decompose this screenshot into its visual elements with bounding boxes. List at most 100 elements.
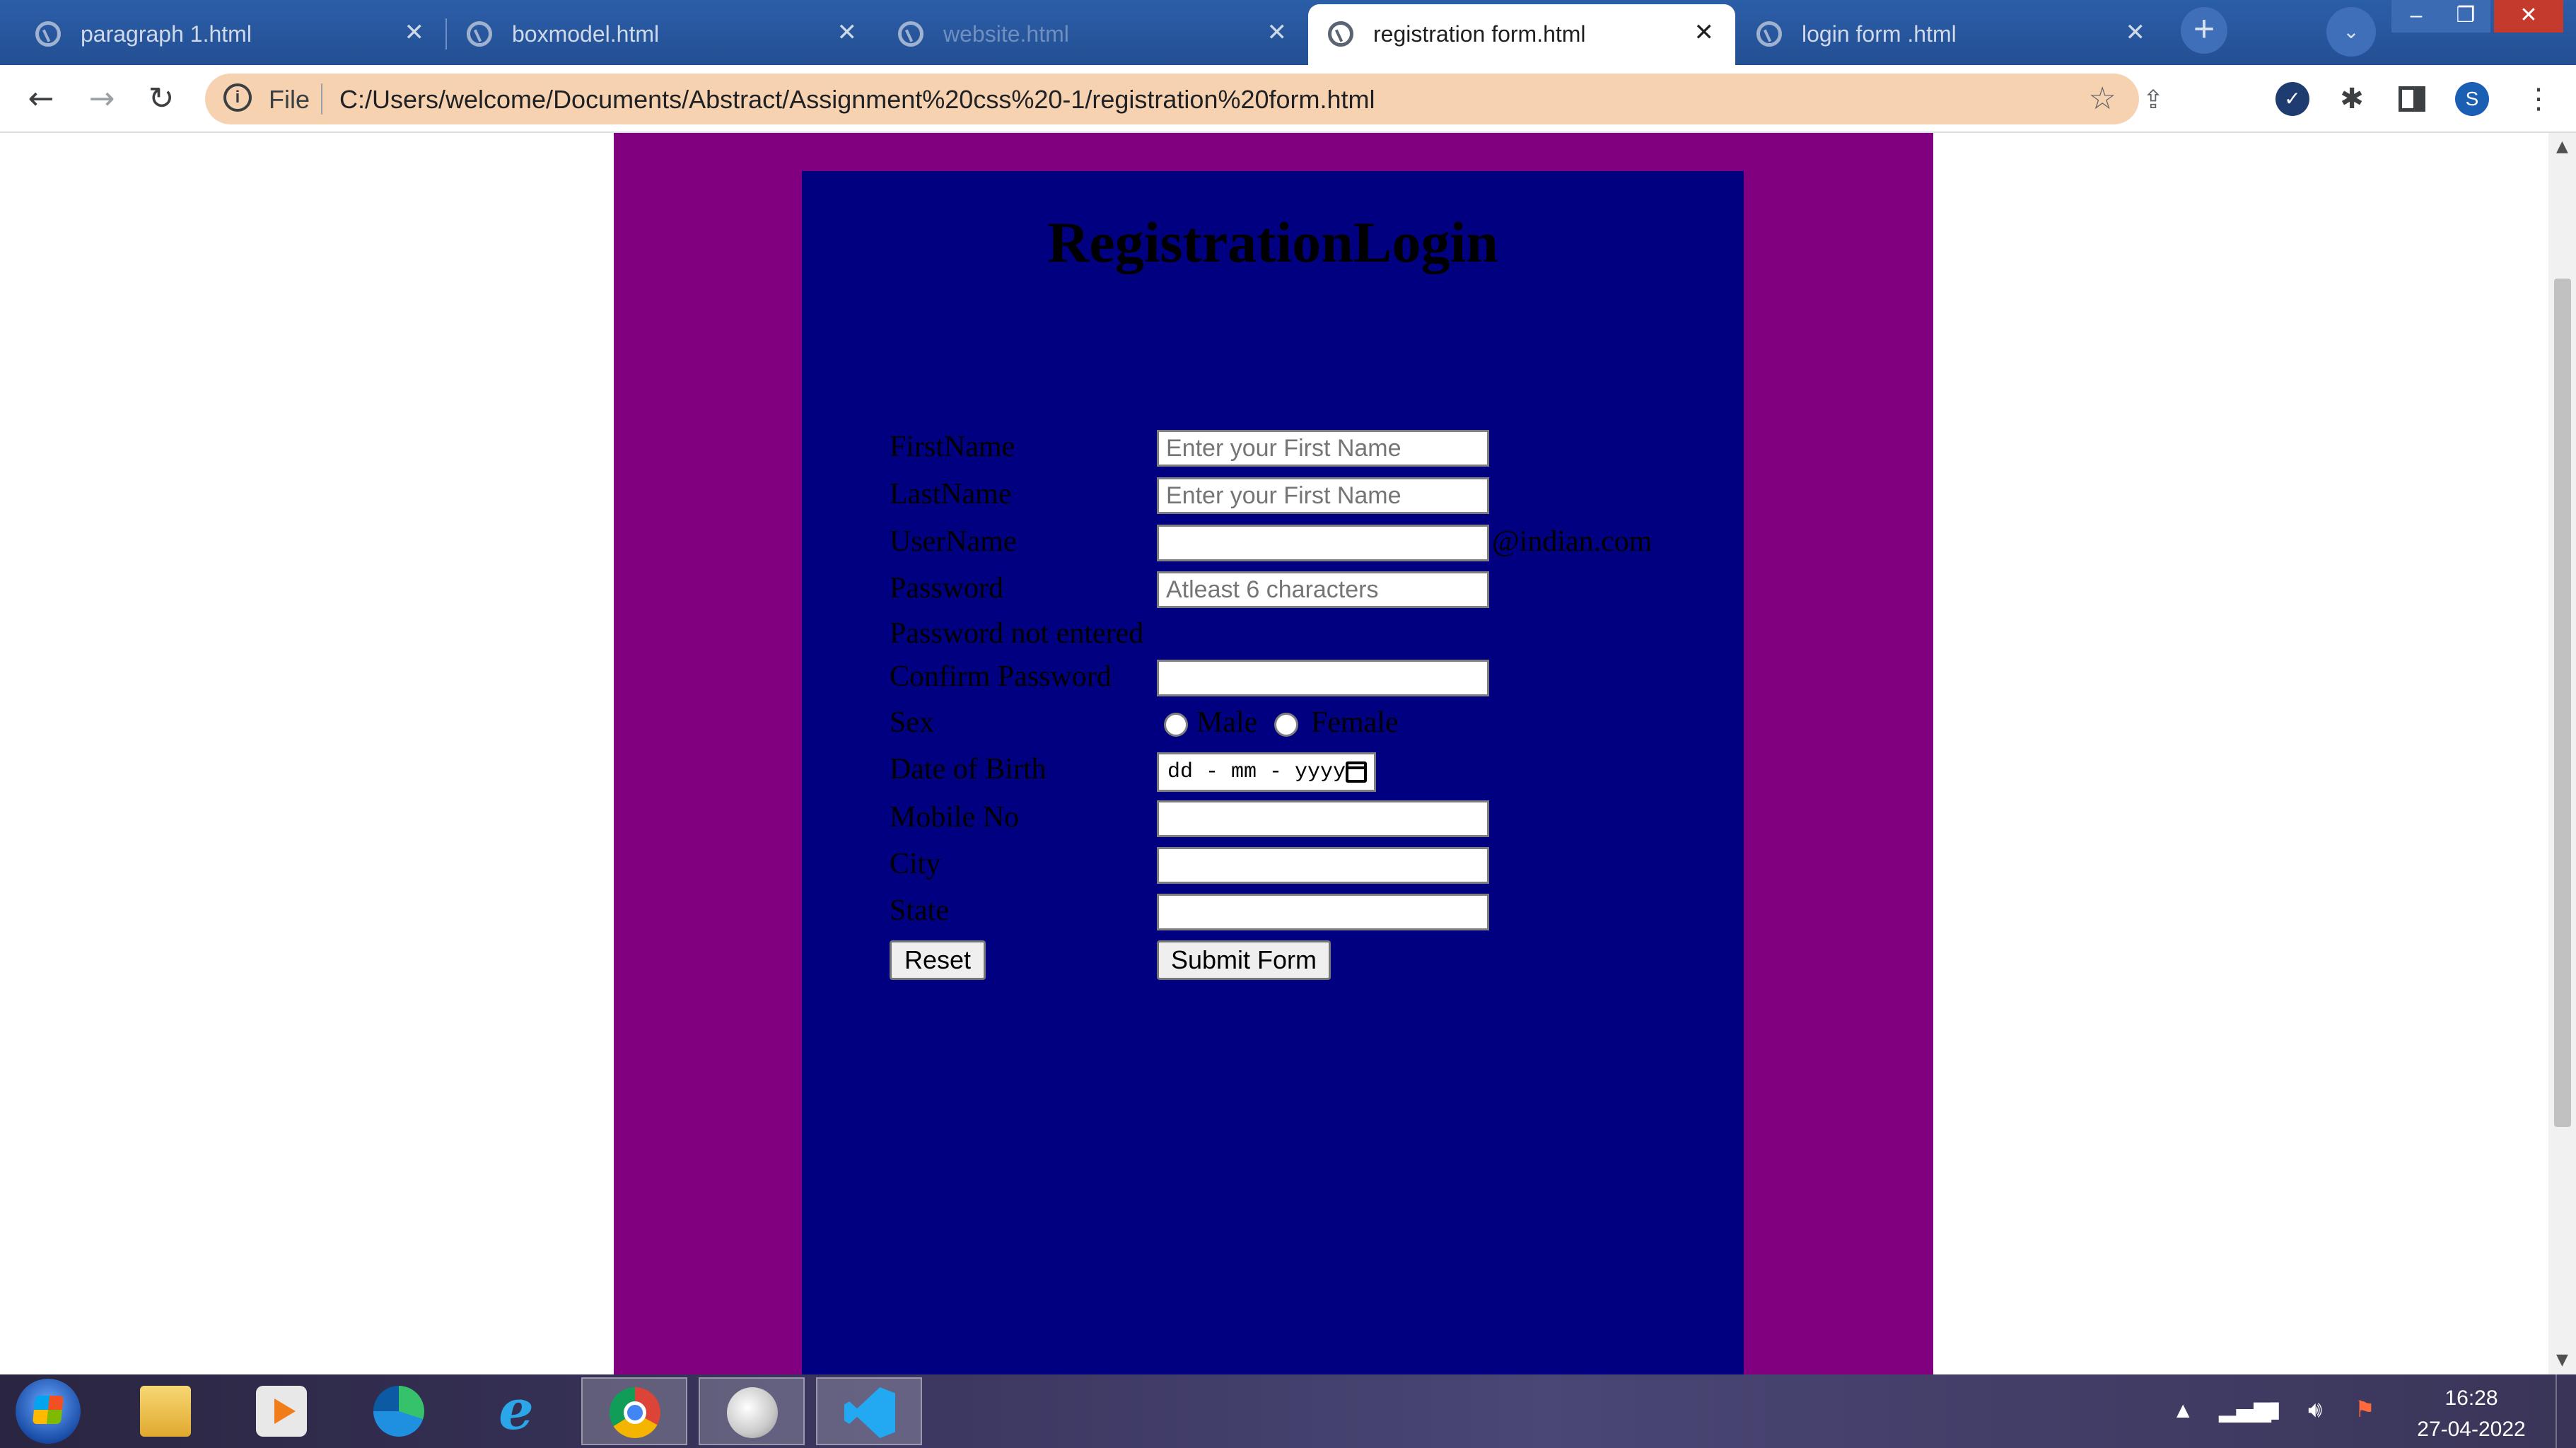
extensions-puzzle-icon[interactable]: ✱: [2335, 82, 2369, 116]
volume-icon[interactable]: 🔊︎: [2308, 1396, 2322, 1423]
info-icon[interactable]: i: [223, 83, 252, 112]
reset-button[interactable]: Reset: [890, 940, 986, 980]
tab-login-form[interactable]: login form .html ✕: [1737, 4, 2167, 65]
edge-icon: [373, 1386, 424, 1437]
tab-boxmodel[interactable]: boxmodel.html ✕: [447, 4, 878, 65]
close-tab-icon[interactable]: ✕: [1267, 18, 1288, 47]
reload-icon[interactable]: ↻: [140, 78, 182, 120]
profile-avatar[interactable]: S: [2455, 82, 2489, 116]
show-hidden-icons-icon[interactable]: ▲: [2176, 1400, 2189, 1420]
dob-label: Date of Birth: [890, 753, 1047, 786]
globe-icon: [898, 21, 923, 47]
radio-female[interactable]: [1274, 713, 1298, 737]
first-name-label: FirstName: [890, 431, 1015, 463]
chrome-icon: [610, 1387, 660, 1438]
scheme-label: File: [269, 85, 310, 114]
network-signal-icon[interactable]: ▂▄▆: [2219, 1396, 2271, 1423]
omnibox-divider: [321, 83, 322, 115]
close-window-button[interactable]: ✕: [2494, 0, 2563, 33]
tab-strip: paragraph 1.html ✕ boxmodel.html ✕ websi…: [0, 0, 2576, 65]
first-name-field[interactable]: [1157, 430, 1489, 467]
tab-title: website.html: [943, 21, 1069, 47]
user-name-field[interactable]: [1157, 525, 1489, 561]
taskbar-paint[interactable]: [699, 1377, 805, 1445]
scrollbar-thumb[interactable]: [2554, 279, 2571, 1127]
new-tab-button[interactable]: +: [2181, 7, 2227, 54]
city-label: City: [890, 848, 941, 880]
dob-date-field[interactable]: dd - mm - yyyy: [1157, 752, 1376, 792]
globe-icon: [1756, 21, 1782, 47]
close-tab-icon[interactable]: ✕: [1694, 18, 1715, 47]
clock-time: 16:28: [2444, 1386, 2498, 1410]
user-name-label: UserName: [890, 525, 1017, 558]
password-field[interactable]: [1157, 571, 1489, 608]
folder-icon: [140, 1386, 191, 1437]
close-tab-icon[interactable]: ✕: [837, 18, 858, 47]
bookmark-star-icon[interactable]: ☆: [2089, 81, 2116, 117]
minimize-button[interactable]: ‒: [2391, 0, 2441, 33]
calendar-icon[interactable]: [1346, 761, 1367, 783]
tab-registration-form[interactable]: registration form.html ✕: [1308, 4, 1735, 65]
side-panel-icon[interactable]: [2399, 86, 2425, 112]
taskbar-chrome[interactable]: [581, 1377, 687, 1445]
scroll-down-icon[interactable]: ▼: [2548, 1346, 2576, 1374]
taskbar-vscode[interactable]: [816, 1377, 922, 1445]
address-bar[interactable]: i File C:/Users/welcome/Documents/Abstra…: [205, 74, 2164, 124]
taskbar-clock[interactable]: 16:28 27-04-2022: [2404, 1383, 2539, 1445]
email-domain-suffix: @indian.com: [1492, 525, 1653, 558]
vertical-scrollbar[interactable]: ▲ ▼: [2548, 133, 2576, 1374]
globe-icon: [1328, 21, 1353, 47]
tab-title: boxmodel.html: [512, 21, 660, 47]
last-name-label: LastName: [890, 478, 1012, 510]
globe-icon: [467, 21, 492, 47]
internet-explorer-icon: e: [499, 1378, 534, 1442]
last-name-field[interactable]: [1157, 477, 1489, 514]
taskbar-edge[interactable]: [346, 1377, 453, 1445]
tab-title: registration form.html: [1373, 21, 1586, 47]
close-tab-icon[interactable]: ✕: [404, 18, 425, 47]
confirm-password-label: Confirm Password: [890, 660, 1112, 693]
state-label: State: [890, 894, 949, 927]
city-field[interactable]: [1157, 847, 1489, 884]
submit-form-button[interactable]: Submit Form: [1157, 940, 1331, 980]
radio-male-label: Male: [1196, 706, 1258, 739]
start-button[interactable]: [16, 1379, 81, 1444]
sex-label: Sex: [890, 706, 934, 739]
back-icon[interactable]: ←: [20, 78, 62, 120]
mobile-label: Mobile No: [890, 801, 1020, 834]
restore-button[interactable]: ❐: [2441, 0, 2490, 33]
tab-title: login form .html: [1802, 21, 1957, 47]
page-viewport: RegistrationLogin FirstName LastName Use…: [0, 133, 2548, 1374]
share-icon[interactable]: ⇪: [2143, 85, 2164, 115]
windows-taskbar: e ▲ ▂▄▆ ▮ 🔊︎ ⚑ 16:28 27-04-2022: [0, 1374, 2576, 1448]
extension-check-icon[interactable]: ✓: [2275, 82, 2309, 116]
taskbar-file-explorer[interactable]: [113, 1377, 219, 1445]
url-text[interactable]: C:/Users/welcome/Documents/Abstract/Assi…: [339, 85, 1375, 115]
page-title: RegistrationLogin: [1047, 210, 1498, 274]
tab-website[interactable]: website.html ✕: [880, 4, 1308, 65]
password-error-text: Password not entered: [890, 617, 1144, 650]
dob-placeholder: dd - mm - yyyy: [1167, 760, 1346, 784]
taskbar-internet-explorer[interactable]: e: [464, 1377, 570, 1445]
tab-title: paragraph 1.html: [81, 21, 252, 47]
tab-paragraph[interactable]: paragraph 1.html ✕: [0, 4, 445, 65]
close-tab-icon[interactable]: ✕: [2126, 18, 2146, 47]
radio-female-label: Female: [1311, 706, 1399, 739]
state-field[interactable]: [1157, 894, 1489, 930]
radio-male[interactable]: [1164, 713, 1188, 737]
mobile-field[interactable]: [1157, 800, 1489, 837]
menu-kebab-icon[interactable]: ⋮: [2522, 82, 2555, 116]
forward-icon[interactable]: →: [81, 78, 123, 120]
taskbar-media-player[interactable]: [229, 1377, 335, 1445]
tab-search-button[interactable]: ⌄: [2326, 7, 2376, 57]
confirm-password-field[interactable]: [1157, 660, 1489, 696]
password-label: Password: [890, 572, 1004, 605]
vscode-icon: [844, 1387, 895, 1438]
clock-date: 27-04-2022: [2417, 1418, 2526, 1441]
media-player-icon: [256, 1386, 307, 1437]
scroll-up-icon[interactable]: ▲: [2548, 133, 2576, 161]
battery-icon[interactable]: ▮: [2268, 1396, 2281, 1423]
paint-palette-icon: [727, 1387, 778, 1438]
show-desktop-button[interactable]: [2555, 1374, 2576, 1448]
notification-icon[interactable]: ⚑: [2355, 1396, 2375, 1423]
